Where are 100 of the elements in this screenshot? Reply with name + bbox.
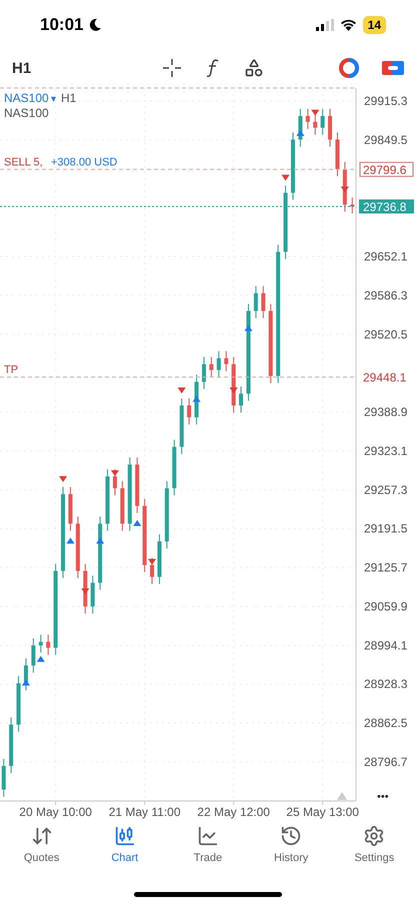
candlestick [328, 108, 332, 148]
crosshair-icon[interactable] [162, 58, 182, 78]
price-tick: 29257.3 [364, 482, 408, 497]
buy-arrow-icon [36, 656, 45, 662]
sell-arrow-icon [59, 476, 68, 482]
nav-tab[interactable]: Quotes [6, 825, 77, 864]
price-tick: 29388.9 [364, 405, 408, 420]
sell-label: SELL 5, [4, 156, 43, 168]
profit-label: +308.00 USD [51, 156, 118, 168]
price-tick: 29125.7 [364, 560, 408, 575]
candlestick [224, 350, 228, 372]
candlestick [232, 356, 236, 414]
candlestick [202, 356, 206, 390]
sell-arrow-icon [110, 470, 119, 476]
candlestick [76, 516, 80, 579]
price-tick: 29652.1 [364, 250, 408, 264]
signal-icon [316, 19, 334, 31]
nav-tab[interactable]: History [256, 825, 326, 864]
candlestick [209, 356, 214, 378]
buy-arrow-icon [66, 538, 74, 544]
dropdown-caret[interactable]: ▾ [51, 94, 56, 105]
price-tick: 28928.3 [364, 677, 408, 692]
time-label: 20 May 10:00 [19, 805, 92, 819]
sell-arrow-icon [311, 110, 320, 116]
sell-arrow-icon [282, 174, 290, 181]
sell-arrow-icon [178, 388, 186, 394]
time-label: 21 May 11:00 [108, 805, 181, 819]
candlestick [350, 197, 354, 214]
price-tick: 29323.1 [364, 444, 408, 458]
candlestick [216, 350, 221, 378]
shapes-icon[interactable] [244, 58, 264, 78]
function-icon[interactable] [206, 58, 220, 78]
sell-price-tag: 29799.6 [360, 162, 414, 177]
buy-arrow-icon [244, 324, 252, 331]
tp-price-tag: 29448.1 [360, 370, 413, 385]
description-label: NAS100 [4, 106, 49, 120]
timeframe-button[interactable]: H1 [12, 60, 162, 76]
candlestick [254, 286, 258, 319]
candlestick [135, 457, 140, 514]
candlestick [90, 575, 95, 614]
nav-tab[interactable]: Trade [172, 825, 243, 864]
candlestick [2, 758, 6, 798]
candlestick-icon [114, 825, 136, 847]
candlestick [16, 676, 21, 732]
candlestick [290, 132, 295, 200]
history-icon [280, 825, 302, 847]
gear-icon [363, 825, 386, 847]
price-tick: 29586.3 [364, 288, 408, 302]
time-label: 25 May 13:00 [286, 805, 359, 819]
sell-arrow-icon [230, 388, 238, 394]
price-tick: 29849.5 [364, 132, 408, 147]
candlestick [164, 480, 169, 549]
candlestick [157, 534, 162, 584]
buy-arrow-icon [22, 680, 30, 686]
candlestick [38, 634, 43, 653]
candlestick [187, 398, 192, 425]
buy-arrow-icon [192, 396, 201, 402]
buy-arrow-icon [96, 538, 104, 544]
nav-tab[interactable]: Settings [339, 825, 410, 864]
price-tick: 28862.5 [364, 716, 408, 730]
more-button[interactable]: ••• [377, 791, 389, 803]
candlestick [112, 468, 117, 496]
nav-tab[interactable]: Chart [90, 825, 160, 864]
candlestick [180, 398, 184, 454]
candlestick [261, 286, 266, 319]
candlestick [150, 557, 154, 584]
candlestick [9, 717, 14, 774]
candlestick [313, 114, 318, 136]
candlestick [46, 634, 50, 656]
candlestick [306, 108, 310, 130]
candlestick [239, 386, 244, 414]
sell-arrow-icon [81, 588, 90, 594]
time-label: 22 May 12:00 [197, 805, 270, 819]
price-tick: 29059.9 [364, 599, 408, 614]
price-tick: 28994.1 [364, 638, 408, 652]
timeframe-label: H1 [61, 91, 76, 105]
buy-arrow-icon [133, 520, 142, 526]
toggle-icon[interactable] [382, 59, 404, 77]
symbol-label[interactable]: NAS100 [4, 91, 49, 105]
buy-arrow-icon [296, 130, 304, 136]
candlestick [320, 108, 325, 136]
arrows-icon [30, 825, 53, 847]
price-tick: 28796.7 [364, 755, 408, 769]
candlestick [106, 468, 110, 532]
candlestick [31, 638, 36, 674]
clock-time: 10:01 [40, 15, 84, 35]
candlestick [172, 439, 176, 496]
wifi-icon [340, 19, 357, 31]
tp-label: TP [4, 364, 18, 376]
candlestick [120, 480, 124, 532]
price-tick: 29191.5 [364, 522, 408, 536]
clock-ring-icon[interactable] [338, 57, 360, 79]
candlestick [68, 486, 72, 532]
candlestick [335, 132, 340, 177]
sell-arrow-icon [340, 186, 349, 193]
price-tick: 29520.5 [364, 327, 408, 342]
current-price-tag: 29736.8 [359, 199, 414, 214]
price-tick: 29915.3 [364, 94, 408, 108]
line-chart-icon [196, 825, 219, 847]
moon-icon [89, 18, 102, 32]
